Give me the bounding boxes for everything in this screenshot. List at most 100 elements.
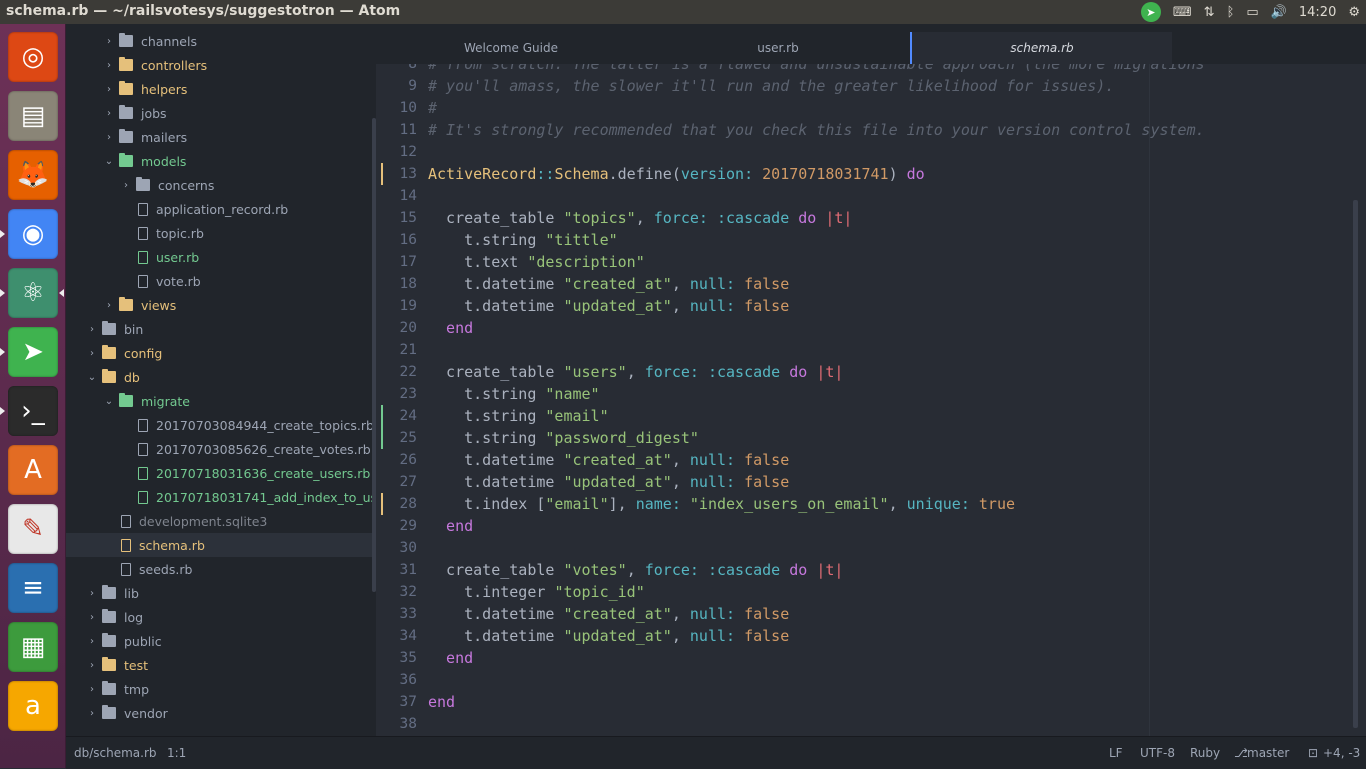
keyboard-icon[interactable]: ⌨ [1173, 5, 1192, 20]
tree-item-label: views [141, 297, 177, 313]
code-line[interactable]: t.text "description" [428, 251, 645, 273]
launcher-files-icon[interactable]: ▤ [8, 91, 58, 141]
code-line[interactable]: t.index ["email"], name: "index_users_on… [428, 493, 1015, 515]
tree-file[interactable]: user.rb [66, 245, 376, 269]
code-line[interactable]: # from scratch. The latter is a flawed a… [428, 64, 1205, 75]
tree-folder[interactable]: › config [66, 341, 376, 365]
code-line[interactable]: t.string "password_digest" [428, 427, 699, 449]
network-icon[interactable]: ⇅ [1204, 5, 1215, 20]
code-line[interactable]: end [428, 647, 473, 669]
status-file-path[interactable]: db/schema.rb [74, 746, 157, 760]
code-line[interactable]: create_table "users", force: :cascade do… [428, 361, 843, 383]
tree-folder[interactable]: › channels [66, 29, 376, 53]
tree-file[interactable]: seeds.rb [66, 557, 376, 581]
code-line[interactable]: t.datetime "created_at", null: false [428, 273, 789, 295]
tree-file[interactable]: development.sqlite3 [66, 509, 376, 533]
tree-folder[interactable]: › tmp [66, 677, 376, 701]
code-line[interactable]: ActiveRecord::Schema.define(version: 201… [428, 163, 925, 185]
code-line[interactable]: t.datetime "updated_at", null: false [428, 471, 789, 493]
tree-folder[interactable]: › public [66, 629, 376, 653]
code-line[interactable]: t.string "tittle" [428, 229, 618, 251]
folder-icon [119, 297, 133, 311]
status-cursor-position[interactable]: 1:1 [167, 746, 186, 760]
launcher-writer-icon[interactable]: ≡ [8, 563, 58, 613]
clock[interactable]: 14:20 [1299, 5, 1336, 20]
line-number: 25 [399, 430, 417, 446]
launcher-software-center-icon[interactable]: A [8, 445, 58, 495]
code-token: # [428, 99, 438, 117]
tree-folder[interactable]: ⌄ db [66, 365, 376, 389]
tree-file[interactable]: 20170718031636_create_users.rb [66, 461, 376, 485]
code-line[interactable]: t.integer "topic_id" [428, 581, 645, 603]
code-line[interactable]: # [428, 97, 437, 119]
code-line[interactable]: end [428, 515, 473, 537]
tree-folder[interactable]: › mailers [66, 125, 376, 149]
tree-file[interactable]: 20170703085626_create_votes.rb [66, 437, 376, 461]
launcher-chrome-icon[interactable]: ◉ [8, 209, 58, 259]
code-line[interactable]: t.datetime "updated_at", null: false [428, 295, 789, 317]
tree-folder[interactable]: › controllers [66, 53, 376, 77]
status-git-branch[interactable]: master [1247, 746, 1289, 760]
status-encoding[interactable]: UTF-8 [1140, 746, 1175, 760]
code-line[interactable]: # you'll amass, the slower it'll run and… [428, 75, 1114, 97]
chevron-right-icon: › [107, 131, 111, 143]
launcher-terminal-icon[interactable]: ›_ [8, 386, 58, 436]
volume-icon[interactable]: 🔊 [1271, 5, 1287, 20]
tree-folder[interactable]: › vendor [66, 701, 376, 725]
tree-scrollbar[interactable] [372, 118, 376, 592]
launcher-send-icon[interactable]: ➤ [8, 327, 58, 377]
code-line[interactable]: end [428, 691, 455, 713]
code-line[interactable]: t.datetime "created_at", null: false [428, 449, 789, 471]
status-line-ending[interactable]: LF [1109, 746, 1123, 760]
tree-folder[interactable]: › bin [66, 317, 376, 341]
folder-icon [102, 705, 116, 719]
tree-item-label: bin [124, 321, 144, 337]
tree-folder[interactable]: › views [66, 293, 376, 317]
launcher-calc-icon[interactable]: ▦ [8, 622, 58, 672]
file-icon [138, 226, 148, 240]
tree-file[interactable]: 20170718031741_add_index_to_users. [66, 485, 376, 509]
tree-folder[interactable]: ⌄ migrate [66, 389, 376, 413]
editor-scrollbar[interactable] [1353, 200, 1358, 728]
tree-folder[interactable]: › concerns [66, 173, 376, 197]
launcher-firefox-icon[interactable]: 🦊 [8, 150, 58, 200]
tree-file[interactable]: vote.rb [66, 269, 376, 293]
status-grammar[interactable]: Ruby [1190, 746, 1220, 760]
code-line[interactable]: t.string "name" [428, 383, 599, 405]
tree-file[interactable]: schema.rb [66, 533, 376, 557]
tree-folder[interactable]: › lib [66, 581, 376, 605]
telegram-tray-icon[interactable]: ➤ [1140, 2, 1161, 22]
code-line[interactable]: end [428, 317, 473, 339]
launcher-document-viewer-icon[interactable]: ✎ [8, 504, 58, 554]
tree-file[interactable]: application_record.rb [66, 197, 376, 221]
code-line[interactable]: t.string "email" [428, 405, 609, 427]
code-line[interactable]: # It's strongly recommended that you che… [428, 119, 1205, 141]
code-line[interactable]: create_table "votes", force: :cascade do… [428, 559, 843, 581]
code-line[interactable]: t.datetime "updated_at", null: false [428, 625, 789, 647]
gear-icon[interactable]: ⚙ [1348, 5, 1360, 20]
tab-schema-rb[interactable]: schema.rb [910, 32, 1172, 64]
launcher-atom-icon[interactable]: ⚛ [8, 268, 58, 318]
tree-folder[interactable]: › helpers [66, 77, 376, 101]
folder-icon [102, 321, 116, 335]
status-git-diff[interactable]: +4, -3 [1323, 746, 1360, 760]
code-line[interactable]: create_table "topics", force: :cascade d… [428, 207, 852, 229]
line-number: 28 [399, 496, 417, 512]
code-editor[interactable]: 8 # from scratch. The latter is a flawed … [381, 64, 1366, 736]
tree-folder[interactable]: › jobs [66, 101, 376, 125]
launcher-amazon-icon[interactable]: a [8, 681, 58, 731]
bluetooth-icon[interactable]: ᛒ [1227, 5, 1235, 20]
tab-welcome-guide[interactable]: Welcome Guide [376, 32, 646, 64]
tree-item-label: log [124, 609, 144, 625]
line-number: 26 [399, 452, 417, 468]
tree-file[interactable]: topic.rb [66, 221, 376, 245]
tree-folder[interactable]: › log [66, 605, 376, 629]
tab-user-rb[interactable]: user.rb [646, 32, 910, 64]
code-line[interactable]: t.datetime "created_at", null: false [428, 603, 789, 625]
launcher-ubuntu-dash-icon[interactable]: ◎ [8, 32, 58, 82]
file-icon [121, 514, 131, 528]
tree-folder[interactable]: ⌄ models [66, 149, 376, 173]
battery-icon[interactable]: ▭ [1246, 5, 1258, 20]
tree-file[interactable]: 20170703084944_create_topics.rb [66, 413, 376, 437]
tree-folder[interactable]: › test [66, 653, 376, 677]
